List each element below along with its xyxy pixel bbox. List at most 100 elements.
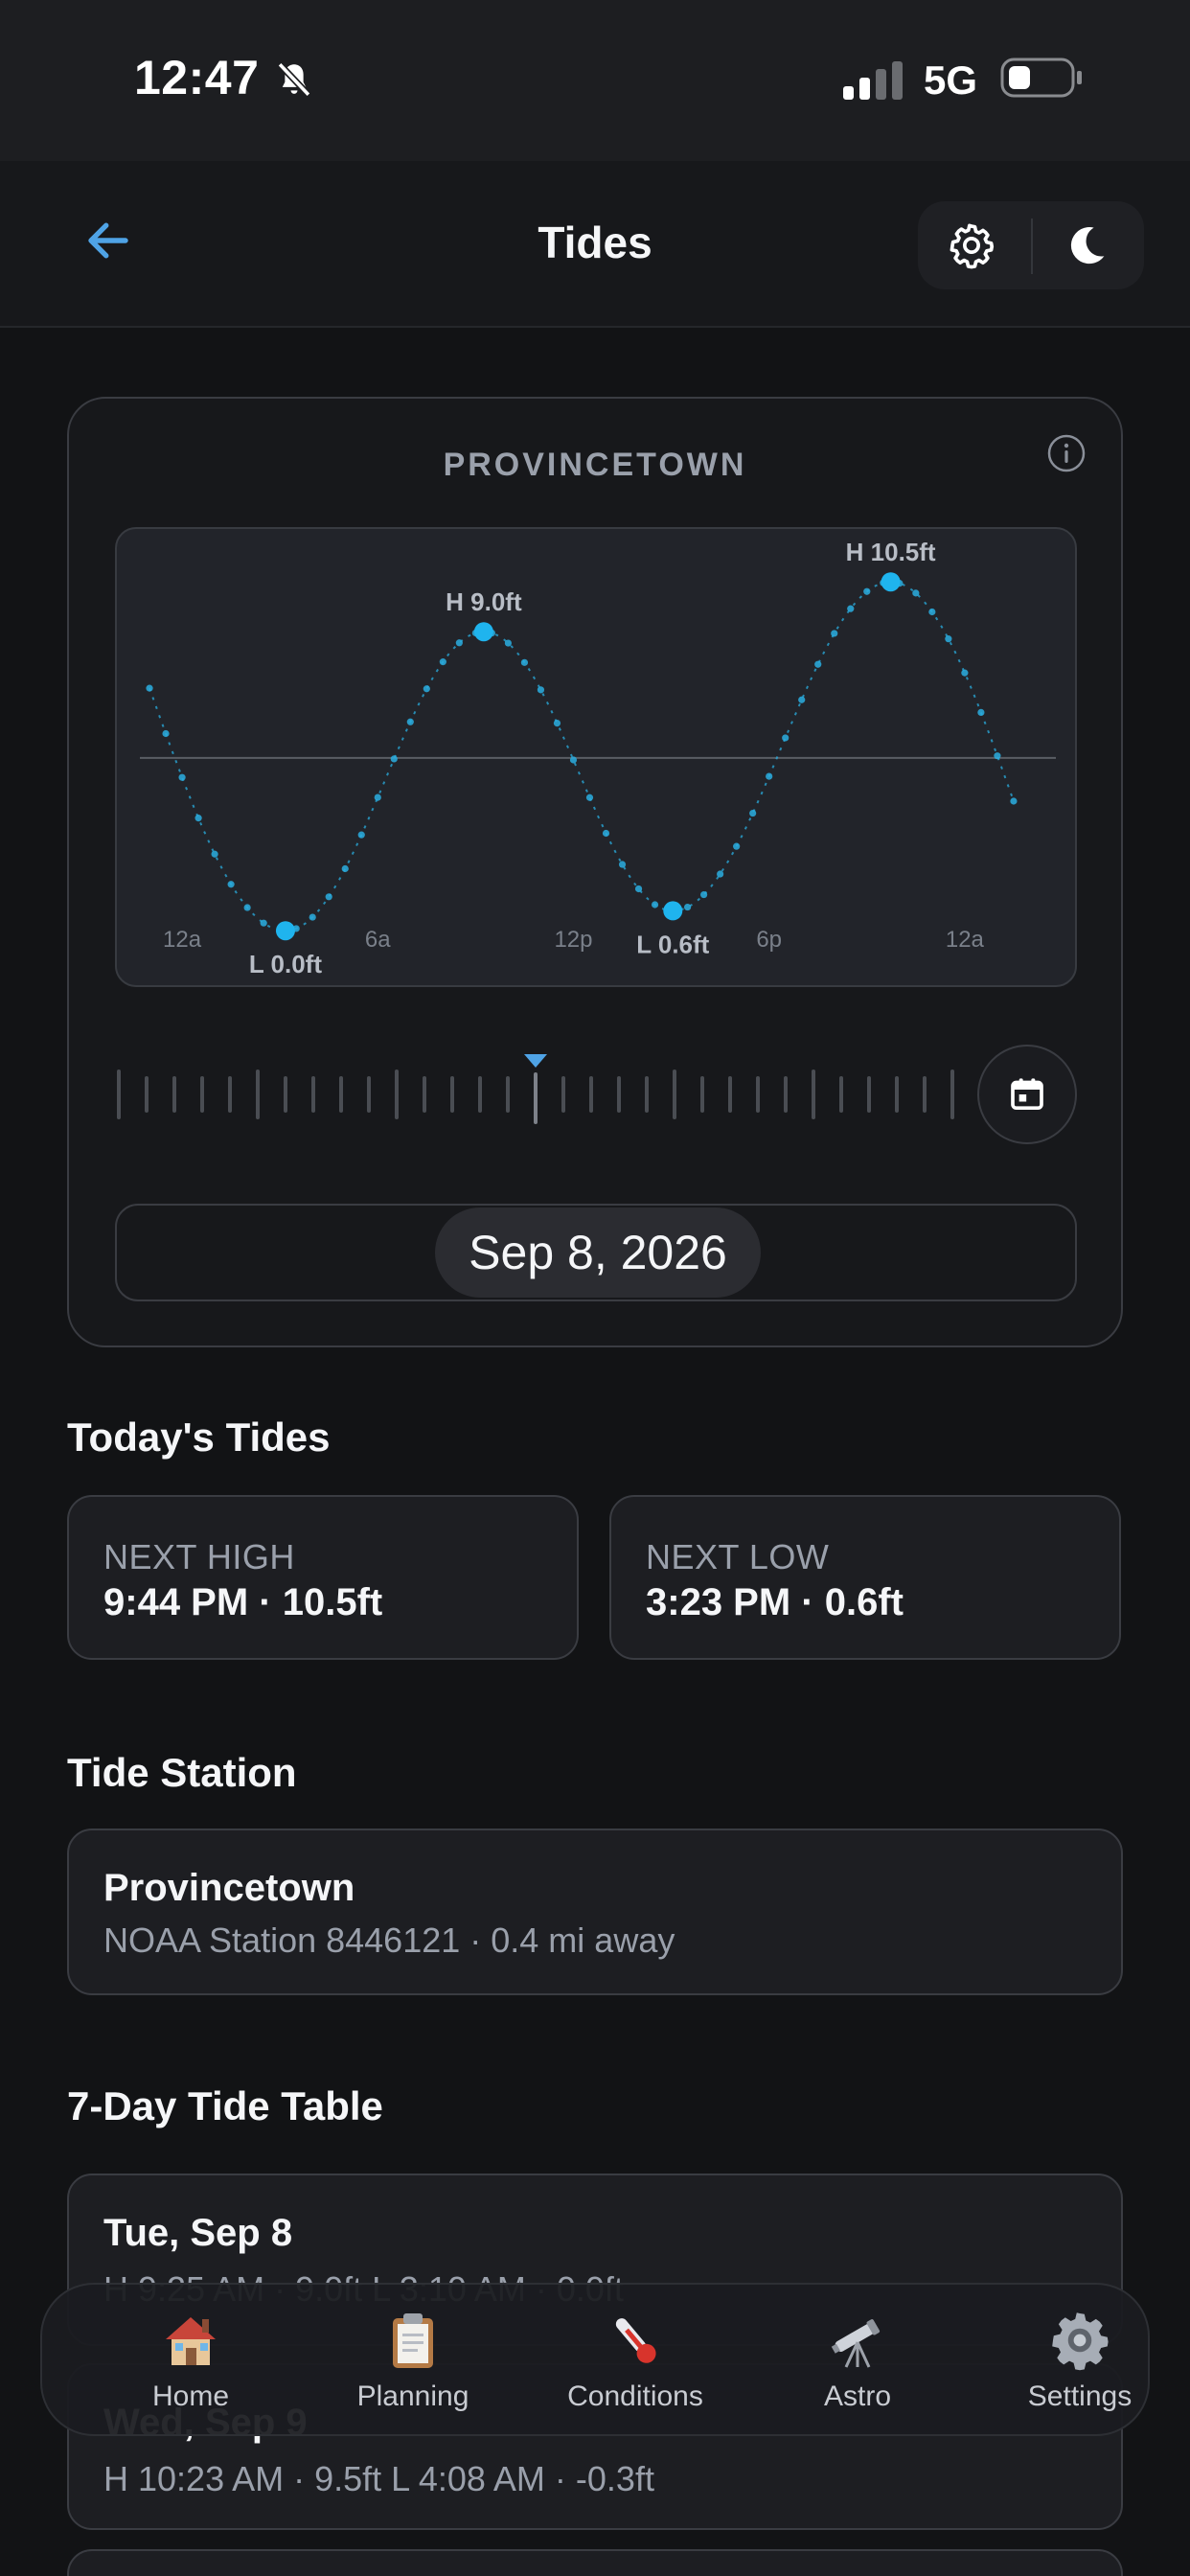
- nav-actions-group: [918, 201, 1144, 289]
- tab-conditions[interactable]: Conditions: [524, 2285, 746, 2438]
- date-scrubber[interactable]: [115, 1050, 958, 1137]
- scrubber-marker: [524, 1054, 547, 1068]
- tide-sample-point: [912, 589, 920, 597]
- next-low-tile[interactable]: NEXT LOW 3:23 PM · 0.6ft: [609, 1495, 1121, 1660]
- tide-chart: L 0.0ft H 9.0ft L 0.6ft H 10.5ft 12a 6a 12p 6p 1…: [115, 527, 1077, 987]
- tide-sample-point: [1010, 797, 1018, 805]
- cellular-signal-icon: [843, 61, 903, 100]
- telescope-icon: [831, 2319, 881, 2368]
- x-tick-label: 12a: [163, 927, 202, 953]
- tab-bar: Home Planning Conditions Astro Settings: [40, 2283, 1150, 2436]
- selected-date[interactable]: Sep 8, 2026: [435, 1208, 761, 1298]
- tide-sample-point: [831, 630, 838, 637]
- tide-extreme-point: [275, 921, 295, 941]
- tab-astro[interactable]: Astro: [746, 2285, 969, 2438]
- next-high-value: 9:44 PM · 10.5ft: [103, 1581, 383, 1623]
- tide-sample-point: [195, 815, 202, 822]
- network-type: 5G: [924, 58, 978, 103]
- moon-icon[interactable]: [1062, 220, 1111, 270]
- tab-planning[interactable]: Planning: [302, 2285, 524, 2438]
- x-tick-label: 6p: [756, 927, 782, 953]
- tide-sample-point: [243, 904, 251, 911]
- tide-extreme-label: H 9.0ft: [446, 587, 522, 616]
- tide-sample-point: [945, 635, 952, 643]
- battery-icon: [1000, 58, 1082, 98]
- tide-sample-point: [406, 718, 414, 725]
- info-icon[interactable]: [1046, 433, 1087, 473]
- tide-sample-point: [847, 605, 855, 612]
- tide-day-row[interactable]: [67, 2549, 1123, 2576]
- tide-sample-point: [439, 658, 446, 666]
- tide-sample-point: [162, 729, 170, 738]
- station-heading: PROVINCETOWN: [443, 447, 747, 483]
- tide-sample-point: [994, 752, 1001, 760]
- tide-extreme-point: [473, 622, 493, 642]
- tide-sample-point: [553, 719, 561, 727]
- x-tick-label: 12p: [554, 927, 592, 953]
- tide-sample-point: [717, 870, 724, 878]
- nav-actions-divider: [1031, 218, 1033, 274]
- tab-label: Home: [151, 2380, 230, 2412]
- tide-sample-point: [146, 684, 153, 692]
- tab-label: Planning: [356, 2380, 469, 2412]
- next-high-tile[interactable]: NEXT HIGH 9:44 PM · 10.5ft: [67, 1495, 579, 1660]
- tide-sample-point: [585, 794, 594, 801]
- tide-extreme-label: H 10.5ft: [846, 538, 936, 566]
- tide-sample-point: [782, 734, 790, 742]
- tide-day-date: Tue, Sep 8: [103, 2212, 293, 2254]
- gear-icon[interactable]: [947, 220, 996, 270]
- calendar-icon: [1011, 1078, 1043, 1110]
- tide-sample-point: [961, 669, 969, 677]
- tide-sample-point: [749, 809, 757, 817]
- x-tick-label: 12a: [946, 927, 985, 953]
- tide-sample-point: [178, 773, 186, 781]
- tide-sample-point: [520, 658, 529, 666]
- tide-sample-point: [537, 686, 545, 694]
- tab-label: Conditions: [567, 2380, 703, 2412]
- tide-sample-point: [814, 660, 822, 668]
- tide-chart-card: PROVINCETOWN L 0.0ft H 9.0ft L 0.6ft H 10.5…: [67, 397, 1123, 1347]
- navigation-bar: Tides: [0, 161, 1190, 328]
- house-icon: [166, 2317, 216, 2365]
- tide-sample-point: [325, 893, 332, 901]
- tide-sample-point: [766, 772, 773, 780]
- tide-sample-point: [357, 831, 365, 839]
- station-name: Provincetown: [103, 1867, 355, 1909]
- tide-sample-point: [260, 919, 267, 927]
- tide-sample-point: [374, 794, 381, 801]
- thermometer-icon: [615, 2318, 656, 2363]
- tide-sample-point: [634, 885, 643, 893]
- tab-settings[interactable]: Settings: [969, 2285, 1190, 2438]
- tab-home[interactable]: Home: [80, 2285, 302, 2438]
- tide-day-times: H 10:23 AM · 9.5ft L 4:08 AM · -0.3ft: [103, 2459, 654, 2498]
- tide-sample-point: [651, 901, 659, 908]
- tide-sample-point: [683, 903, 692, 911]
- tide-sample-point: [602, 829, 610, 838]
- calendar-button[interactable]: [977, 1045, 1077, 1144]
- tide-curve: [149, 581, 1015, 932]
- tide-extreme-point: [881, 572, 901, 592]
- next-low-value: 3:23 PM · 0.6ft: [646, 1581, 904, 1623]
- tide-sample-point: [423, 685, 430, 693]
- tide-sample-point: [227, 881, 235, 888]
- tide-sample-point: [928, 608, 936, 616]
- tide-sample-point: [309, 913, 316, 921]
- next-high-label: NEXT HIGH: [103, 1537, 295, 1576]
- tide-extreme-label: L 0.0ft: [249, 950, 322, 978]
- tide-sample-point: [618, 861, 627, 868]
- clipboard-icon: [393, 2313, 433, 2368]
- next-low-label: NEXT LOW: [646, 1537, 830, 1576]
- tide-table-heading: 7-Day Tide Table: [67, 2083, 383, 2128]
- tide-sample-point: [700, 890, 708, 899]
- tide-station-card[interactable]: Provincetown NOAA Station 8446121 · 0.4 …: [67, 1828, 1123, 1995]
- station-meta: NOAA Station 8446121 · 0.4 mi away: [103, 1920, 675, 1960]
- tide-sample-point: [211, 850, 218, 858]
- date-selector[interactable]: Sep 8, 2026: [115, 1204, 1077, 1301]
- tide-extreme-point: [663, 901, 683, 921]
- tab-label: Astro: [823, 2380, 892, 2412]
- status-time: 12:47: [134, 51, 260, 104]
- tide-station-heading: Tide Station: [67, 1750, 297, 1795]
- tide-sample-point: [569, 756, 578, 764]
- tide-sample-point: [733, 842, 741, 850]
- status-bar: 12:47 5G: [0, 0, 1190, 161]
